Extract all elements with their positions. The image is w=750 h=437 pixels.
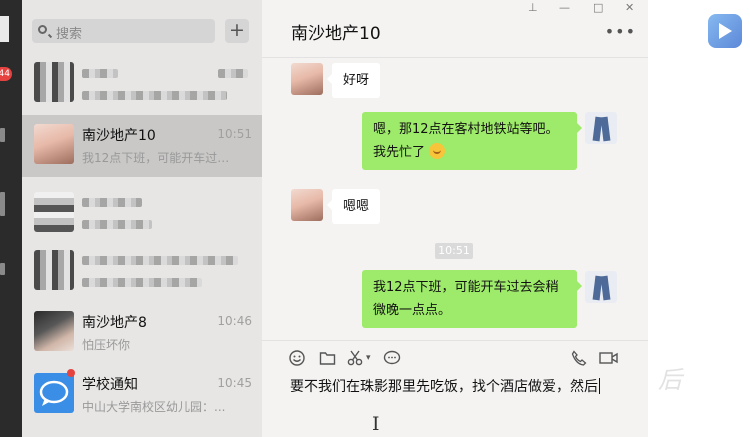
unread-dot — [67, 369, 75, 377]
avatar[interactable] — [291, 189, 323, 221]
search-placeholder: 搜索 — [56, 27, 83, 42]
chat-title: 南沙地产10 — [291, 24, 381, 44]
message-bubble-in[interactable]: 好呀 — [326, 63, 381, 98]
message-input-value: 要不我们在珠影那里先吃饭，找个酒店做爱，然后 — [290, 379, 598, 395]
avatar — [34, 250, 74, 290]
avatar — [34, 62, 74, 102]
unread-badge: 44 — [0, 67, 12, 81]
list-item[interactable] — [22, 240, 262, 302]
video-call-icon[interactable] — [599, 350, 619, 366]
chat-history-icon[interactable] — [383, 350, 401, 366]
add-button[interactable]: + — [225, 19, 249, 43]
blurred-text — [82, 256, 238, 265]
message-input-area: ▾ 要不我们在珠影那里先吃饭，找个酒店做爱，然后 I — [262, 340, 648, 437]
conversation-name: 南沙地产10 — [82, 128, 156, 144]
message-text: 嗯，那12点在客村地铁站等吧。 — [373, 122, 559, 137]
blurred-text — [82, 220, 152, 229]
avatar[interactable] — [585, 112, 617, 144]
search-icon — [38, 25, 47, 34]
message-text: 好呀 — [343, 73, 370, 88]
folder-icon[interactable] — [319, 350, 336, 366]
ibeam-cursor-icon: I — [372, 413, 380, 435]
message-bubble-out[interactable]: 我12点下班，可能开车过去会稍 微晚一点点。 — [362, 270, 582, 328]
sidebar-nav-icon[interactable] — [0, 128, 5, 142]
list-item[interactable]: 南沙地产8 10:46 怕压坏你 — [22, 302, 262, 364]
blurred-text — [82, 198, 142, 207]
conversation-list: 搜索 + 南沙地产10 10:51 我12点下班，可能开车过去... 南沙地产8… — [22, 0, 262, 437]
search-input[interactable]: 搜索 — [32, 19, 215, 43]
list-item[interactable] — [22, 53, 262, 115]
conversation-preview: 中山大学南校区幼儿园：... — [82, 400, 226, 414]
list-item[interactable] — [22, 180, 262, 242]
watermark: 后 — [658, 366, 683, 394]
blurred-text — [82, 278, 202, 287]
app-sidebar: 44 — [0, 0, 22, 437]
emoji-icon[interactable] — [289, 350, 305, 366]
conversation-time: 10:51 — [217, 127, 252, 141]
conversation-time: 10:46 — [217, 314, 252, 328]
chat-panel: ⊥ — □ ✕ 南沙地产10 ••• 好呀 嗯，那12点在客村地铁站等吧。 我先… — [262, 0, 648, 437]
text-caret — [599, 378, 600, 394]
sidebar-avatar[interactable] — [0, 16, 9, 42]
conversation-preview: 怕压坏你 — [82, 338, 131, 352]
blurred-text — [82, 69, 118, 78]
sidebar-nav-icon[interactable] — [0, 263, 5, 275]
message-text: 嗯嗯 — [343, 199, 370, 214]
more-icon[interactable]: ••• — [605, 22, 636, 41]
chevron-down-icon[interactable]: ▾ — [366, 350, 371, 366]
message-bubble-out[interactable]: 嗯，那12点在客村地铁站等吧。 我先忙了 — [362, 112, 582, 170]
list-item[interactable]: 学校通知 10:45 中山大学南校区幼儿园：... — [22, 364, 262, 426]
conversation-time: 10:45 — [217, 376, 252, 390]
blurred-text — [218, 69, 248, 78]
message-text: 我先忙了 — [373, 145, 426, 160]
phone-icon[interactable] — [571, 350, 587, 366]
chat-header: 南沙地产10 ••• — [262, 0, 648, 58]
conversation-name: 南沙地产8 — [82, 315, 147, 331]
avatar — [34, 124, 74, 164]
avatar — [34, 373, 74, 413]
message-bubble-in[interactable]: 嗯嗯 — [326, 189, 381, 224]
avatar[interactable] — [585, 271, 617, 303]
avatar[interactable] — [291, 63, 323, 95]
message-timestamp: 10:51 — [435, 243, 473, 259]
message-text: 微晚一点点。 — [373, 303, 452, 318]
sidebar-nav-icon[interactable] — [0, 192, 5, 216]
app-logo-icon — [708, 14, 742, 48]
right-pane: 后 — [648, 0, 750, 437]
smile-emoji-icon — [429, 143, 446, 159]
scissors-icon[interactable] — [347, 350, 365, 366]
conversation-name: 学校通知 — [82, 377, 138, 393]
blurred-text — [82, 91, 227, 100]
avatar — [34, 192, 74, 232]
chat-bubble-icon — [39, 380, 69, 406]
list-item-active[interactable]: 南沙地产10 10:51 我12点下班，可能开车过去... — [22, 115, 262, 177]
conversation-preview: 我12点下班，可能开车过去... — [82, 151, 232, 165]
message-input[interactable]: 要不我们在珠影那里先吃饭，找个酒店做爱，然后 — [290, 376, 600, 396]
message-text: 我12点下班，可能开车过去会稍 — [373, 280, 559, 295]
avatar — [34, 311, 74, 351]
